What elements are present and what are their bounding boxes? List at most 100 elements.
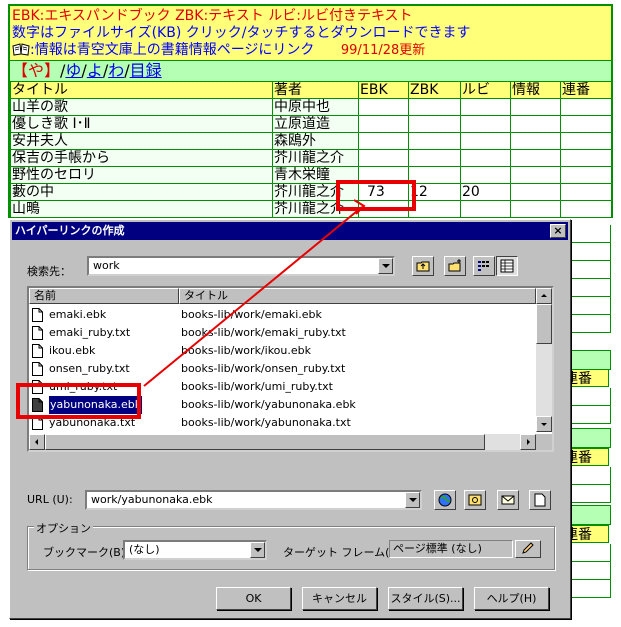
list-header-title[interactable]: タイトル xyxy=(179,288,536,304)
row-title: 安井夫人 xyxy=(10,132,273,150)
file-row[interactable]: onsen_ruby.txt books-lib/work/onsen_ruby.… xyxy=(29,360,536,378)
lookin-combo[interactable]: work xyxy=(87,256,395,276)
scroll-right-button[interactable] xyxy=(520,434,536,450)
col-zbk: ZBK xyxy=(408,81,461,99)
options-label: オプション xyxy=(34,520,93,536)
row-zbk xyxy=(408,200,461,218)
list-view-button[interactable] xyxy=(473,256,495,276)
details-view-icon xyxy=(500,259,514,273)
row-ebk xyxy=(358,98,409,116)
horizontal-scroll-thumb[interactable] xyxy=(45,434,485,450)
close-button[interactable]: × xyxy=(550,224,566,238)
cancel-button[interactable]: キャンセル xyxy=(302,587,377,610)
new-folder-button[interactable] xyxy=(444,256,466,276)
open-book-icon xyxy=(12,43,30,56)
nav-link-wa[interactable]: わ xyxy=(108,61,124,80)
up-folder-icon xyxy=(416,261,430,272)
legend-ruby: ルビ:ルビ付きテキスト xyxy=(268,8,413,24)
scroll-left-button[interactable] xyxy=(29,434,45,450)
row-zbk xyxy=(408,132,461,150)
vertical-scroll-thumb[interactable] xyxy=(536,304,552,344)
lookin-dropdown-button[interactable] xyxy=(378,258,393,274)
document-file-icon xyxy=(32,326,43,340)
book-list-table: EBK:エキスパンドブック ZBK:テキスト ルビ:ルビ付きテキスト 数字はファ… xyxy=(8,4,613,218)
row-info xyxy=(510,132,561,150)
row-serial xyxy=(560,149,612,167)
col-author: 著者 xyxy=(272,81,359,99)
file-row[interactable]: emaki_ruby.txt books-lib/work/emaki_ruby.… xyxy=(29,324,536,342)
row-ebk xyxy=(358,132,409,150)
table-row: 野性のセロリ 青木栄瞳 xyxy=(10,166,612,184)
bookmark-dropdown-button[interactable] xyxy=(250,542,265,558)
nav-link-catalog[interactable]: 目録 xyxy=(130,61,162,80)
row-title: 保吉の手帳から xyxy=(10,149,273,167)
up-folder-button[interactable] xyxy=(412,256,434,276)
file-name: emaki.ebk xyxy=(49,308,107,321)
row-ruby xyxy=(460,98,511,116)
row-author: 森鴎外 xyxy=(272,132,359,150)
row-zbk xyxy=(408,115,461,133)
style-button[interactable]: スタイル(S)... xyxy=(388,587,463,610)
file-list[interactable]: 名前 タイトル emaki.ebk books-lib/work/emaki.eb… xyxy=(27,286,554,452)
target-frame-field[interactable]: ページ標準 (なし) xyxy=(389,540,513,558)
row-info xyxy=(510,115,561,133)
grid-header-row: タイトル 著者 EBK ZBK ルビ 情報 連番 xyxy=(10,81,612,99)
annotation-box-selected-file xyxy=(16,383,141,419)
row-ruby xyxy=(460,149,511,167)
new-document-button[interactable] xyxy=(529,490,551,510)
document-icon xyxy=(534,493,546,507)
file-title: books-lib/work/emaki.ebk xyxy=(181,308,322,321)
file-title: books-lib/work/ikou.ebk xyxy=(181,344,311,357)
file-row[interactable]: yagiuta.ebk books-lib/work/yagiuta.ebk xyxy=(29,450,536,452)
table-row: 保吉の手帳から 芥川龍之介 xyxy=(10,149,612,167)
file-row[interactable]: ikou.ebk books-lib/work/ikou.ebk xyxy=(29,342,536,360)
bookmark-combo[interactable]: (なし) xyxy=(123,540,267,560)
help-button[interactable]: ヘルプ(H) xyxy=(474,587,549,610)
row-author: 立原道造 xyxy=(272,115,359,133)
browse-file-button[interactable] xyxy=(464,490,486,510)
row-title: 藪の中 xyxy=(10,183,273,201)
scroll-up-button[interactable] xyxy=(536,288,552,304)
updated-date: 99/11/28更新 xyxy=(340,43,426,58)
url-combo[interactable]: work/yabunonaka.ebk xyxy=(85,490,422,510)
row-info xyxy=(510,98,561,116)
col-ebk: EBK xyxy=(358,81,409,99)
browse-web-button[interactable] xyxy=(434,490,456,510)
row-info xyxy=(510,200,561,218)
row-zbk-size-link[interactable]: 12 xyxy=(408,183,461,201)
col-ruby: ルビ xyxy=(460,81,511,99)
document-file-icon xyxy=(32,308,43,322)
mail-icon xyxy=(501,495,515,505)
mail-link-button[interactable] xyxy=(497,490,519,510)
target-frame-browse-button[interactable] xyxy=(515,540,541,558)
dialog-title: ハイパーリンクの作成 xyxy=(15,224,125,237)
details-view-button[interactable] xyxy=(496,256,518,276)
nav-link-yo[interactable]: よ xyxy=(87,61,103,80)
header-legend: EBK:エキスパンドブック ZBK:テキスト ルビ:ルビ付きテキスト xyxy=(12,8,609,25)
file-row[interactable]: emaki.ebk books-lib/work/emaki.ebk xyxy=(29,306,536,324)
row-info xyxy=(510,183,561,201)
row-info xyxy=(510,166,561,184)
vertical-scrollbar[interactable] xyxy=(536,288,552,432)
file-title: books-lib/work/yabunonaka.txt xyxy=(181,416,351,429)
row-title: 山羊の歌 xyxy=(10,98,273,116)
file-title: books-lib/work/onsen_ruby.txt xyxy=(181,362,346,375)
table-row: 安井夫人 森鴎外 xyxy=(10,132,612,150)
row-ruby xyxy=(460,166,511,184)
bookmark-value: (なし) xyxy=(129,543,160,556)
document-file-icon xyxy=(32,344,43,358)
row-zbk xyxy=(408,166,461,184)
scroll-down-button[interactable] xyxy=(536,416,552,432)
scroll-corner xyxy=(536,434,552,450)
horizontal-scrollbar[interactable] xyxy=(29,434,536,450)
pencil-icon xyxy=(522,542,534,554)
table-row: 山羊の歌 中原中也 xyxy=(10,98,612,116)
col-title: タイトル xyxy=(10,81,273,99)
lookin-value: work xyxy=(93,259,120,272)
nav-link-yu[interactable]: ゆ xyxy=(65,61,81,80)
row-ruby-size-link[interactable]: 20 xyxy=(460,183,511,201)
list-header-name[interactable]: 名前 xyxy=(29,288,179,304)
url-dropdown-button[interactable] xyxy=(405,492,420,508)
header-info-line: :情報は青空文庫上の書籍情報ページにリンク 99/11/28更新 xyxy=(12,42,609,59)
ok-button[interactable]: OK xyxy=(216,587,291,610)
